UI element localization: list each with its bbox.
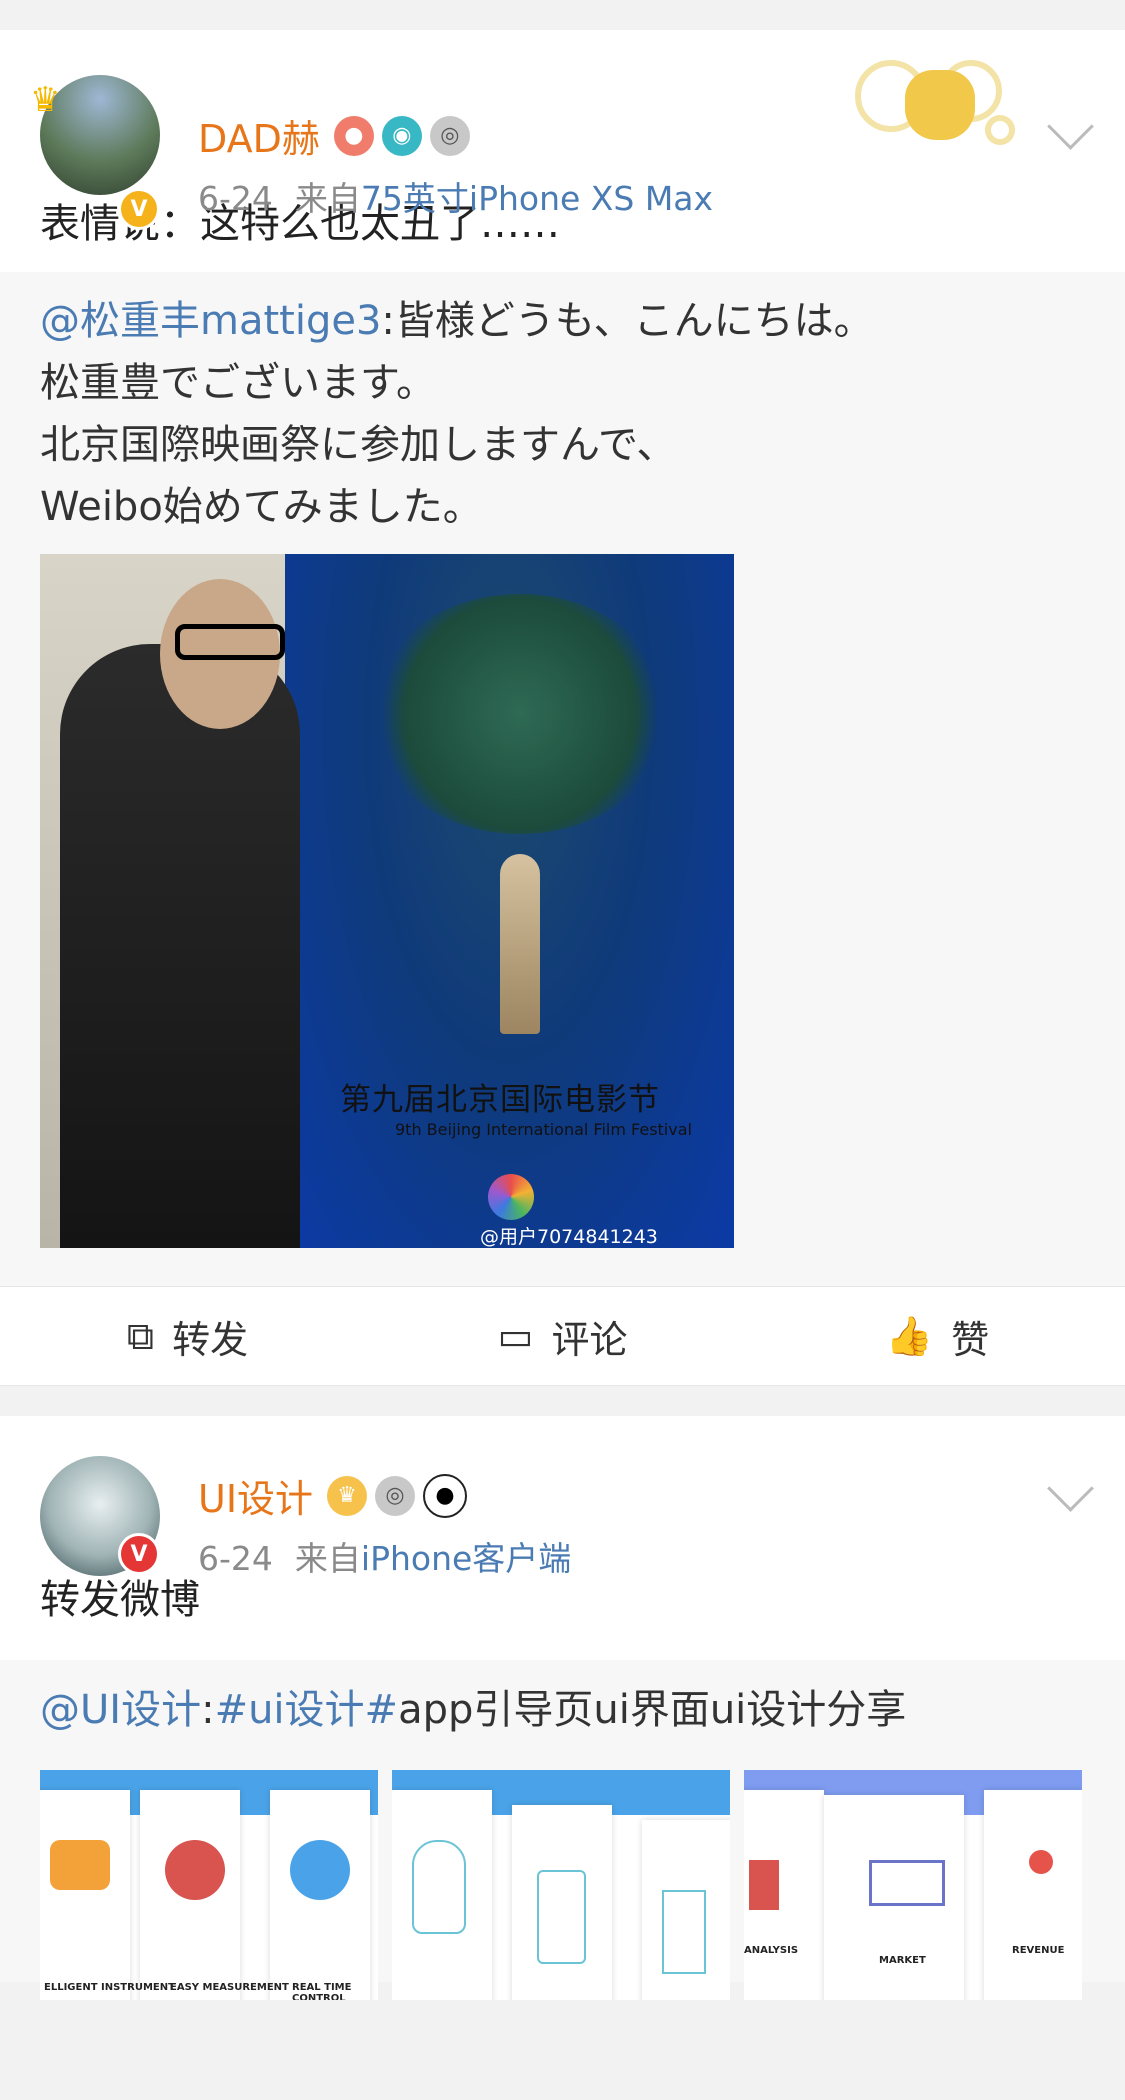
verified-badge: V	[118, 188, 160, 230]
repost-block[interactable]: @UI设计:#ui设计#app引导页ui界面ui设计分享 ELLIGENT IN…	[0, 1660, 1125, 2000]
verified-badge: V	[118, 1533, 160, 1575]
mention-link[interactable]: @UI设计	[40, 1687, 201, 1733]
post-separator	[0, 1385, 1125, 1416]
post-image[interactable]: 第九届北京国际电影节 9th Beijing International Fil…	[40, 554, 734, 1248]
post-date: 6-24	[198, 179, 273, 218]
action-bar: ⧉ 转发 ▭ 评论 👍 赞	[0, 1286, 1125, 1385]
thumbnail-image[interactable]: ANALYSIS MARKET REVENUE	[744, 1770, 1082, 2000]
repost-text: @松重丰mattige3:皆様どうも、こんにちは。 松重豊でございます。 北京国…	[40, 290, 1085, 538]
post-header: V UI设计 ♛ ◎ ● 6-24 来自iPhone客户端	[0, 1416, 1125, 1578]
like-button[interactable]: 👍 赞	[750, 1309, 1125, 1364]
repost-line4: Weibo始めてみました。	[40, 484, 483, 530]
festival-logo-icon	[488, 1174, 534, 1220]
like-label: 赞	[951, 1317, 990, 1362]
repost-text: @UI设计:#ui设计#app引导页ui界面ui设计分享	[40, 1682, 1085, 1738]
thumbnail-image[interactable]	[392, 1770, 730, 2000]
crown-icon: ♛	[30, 80, 61, 120]
post-date: 6-24	[198, 1539, 273, 1578]
source-link[interactable]: 75英寸iPhone XS Max	[361, 179, 713, 218]
source-prefix: 来自	[294, 179, 361, 218]
camera-badge-icon: ◉	[381, 115, 422, 156]
share-icon: ⧉	[126, 1313, 155, 1358]
username[interactable]: UI设计 ♛ ◎ ●	[198, 1468, 468, 1523]
mention-link[interactable]: @松重丰mattige3	[40, 298, 381, 344]
crown-level-badge-icon: ♛	[327, 1475, 368, 1516]
repost-button[interactable]: ⧉ 转发	[0, 1309, 375, 1364]
comment-button[interactable]: ▭ 评论	[375, 1309, 750, 1364]
hashtag-link[interactable]: #ui设计#	[215, 1687, 399, 1733]
repost-line3: 北京国際映画祭に参加しますんで、	[40, 422, 677, 468]
answer-badge-icon: ◎	[429, 115, 470, 156]
repost-line1: :皆様どうも、こんにちは。	[381, 298, 874, 344]
comment-icon: ▭	[497, 1314, 534, 1358]
thumb-caption: EASY MEASUREMENT	[170, 1982, 289, 1993]
panda-badge-icon: ●	[423, 1473, 468, 1518]
post-meta: 6-24 来自iPhone客户端	[198, 1532, 571, 1580]
repost-line2: 松重豊でございます。	[40, 360, 436, 406]
weibo-post: ♛ V DAD赫 ● ◉ ◎ 6-24 来自75英寸iPhone XS Max 表…	[0, 30, 1125, 1385]
repost-label: 转发	[172, 1317, 249, 1362]
source-link[interactable]: iPhone客户端	[361, 1539, 571, 1578]
weibo-post: V UI设计 ♛ ◎ ● 6-24 来自iPhone客户端 转发微博 @UI设计:…	[0, 1416, 1125, 2000]
repost-colon: :	[201, 1687, 215, 1733]
source-prefix: 来自	[294, 1539, 361, 1578]
answer-badge-icon: ◎	[375, 1475, 416, 1516]
repost-block[interactable]: @松重丰mattige3:皆様どうも、こんにちは。 松重豊でございます。 北京国…	[0, 272, 1125, 1286]
thumb-caption: ANALYSIS	[744, 1945, 799, 1956]
username[interactable]: DAD赫 ● ◉ ◎	[198, 108, 470, 163]
top-gap	[0, 0, 1125, 30]
post-header: ♛ V DAD赫 ● ◉ ◎ 6-24 来自75英寸iPhone XS Max	[0, 30, 1125, 230]
image-watermark: @用户7074841243	[480, 1226, 658, 1248]
poster-title-en: 9th Beijing International Film Festival	[395, 1120, 692, 1139]
comment-label: 评论	[551, 1317, 628, 1362]
username-label: DAD赫	[198, 117, 320, 161]
thumb-caption: ELLIGENT INSTRUMENT	[44, 1982, 175, 1993]
thumb-caption: MARKET	[879, 1955, 926, 1966]
chevron-down-icon[interactable]	[1047, 1465, 1094, 1512]
username-label: UI设计	[198, 1477, 314, 1521]
decoration-pikachu-icon	[855, 60, 1015, 155]
level-badge-icon: ●	[333, 115, 374, 156]
thumb-caption: REVENUE	[1012, 1945, 1065, 1956]
chevron-down-icon[interactable]	[1047, 103, 1094, 150]
thumbnail-image[interactable]: ELLIGENT INSTRUMENT EASY MEASUREMENT REA…	[40, 1770, 378, 2000]
thumbnail-row: ELLIGENT INSTRUMENT EASY MEASUREMENT REA…	[40, 1770, 1082, 2000]
thumb-caption: REAL TIME CONTROL	[292, 1982, 352, 2000]
repost-rest: app引导页ui界面ui设计分享	[398, 1687, 907, 1733]
poster-title-cn: 第九届北京国际电影节	[340, 1082, 660, 1118]
thumbs-up-icon: 👍	[885, 1313, 934, 1358]
post-meta: 6-24 来自75英寸iPhone XS Max	[198, 172, 713, 220]
